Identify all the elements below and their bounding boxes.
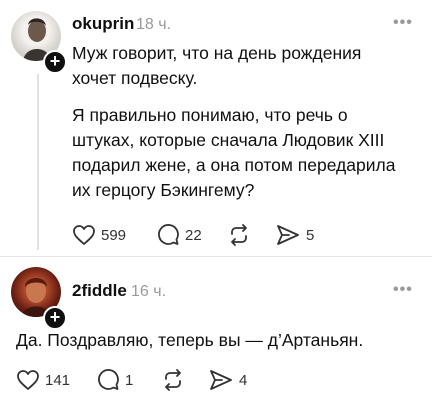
comment-button[interactable]: 1 <box>96 367 133 393</box>
repost-icon <box>165 369 181 391</box>
post-time: 16 ч. <box>131 283 167 300</box>
more-options-icon[interactable]: ••• <box>393 281 413 299</box>
share-count: 4 <box>239 371 248 389</box>
like-button[interactable]: 141 <box>16 367 70 393</box>
repost-button[interactable] <box>161 367 190 393</box>
heart-icon <box>17 370 39 390</box>
post-text-paragraph: Да. Поздравляю, теперь вы — д’Артаньян. <box>16 330 364 350</box>
username[interactable]: 2fiddle <box>72 281 127 301</box>
share-button[interactable]: 4 <box>208 367 247 393</box>
follow-plus-icon[interactable]: + <box>43 306 67 330</box>
like-count: 141 <box>45 371 71 389</box>
comment-icon <box>98 369 119 390</box>
post-2fiddle: + 2fiddle 16 ч. ••• Да. Поздравляю, тепе… <box>0 0 432 411</box>
share-icon <box>210 370 232 390</box>
post-actions: 141 1 4 <box>16 367 346 393</box>
comment-count: 1 <box>125 371 134 389</box>
